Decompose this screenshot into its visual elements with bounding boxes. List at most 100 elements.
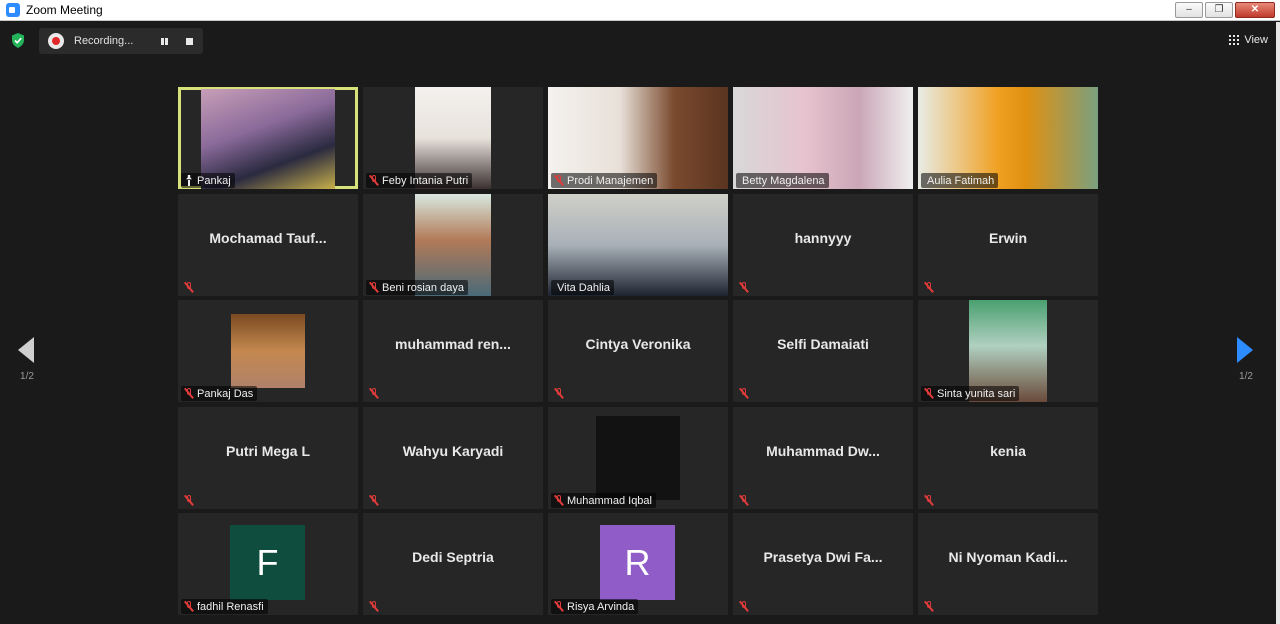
participant-display-name: Mochamad Tauf...	[209, 230, 327, 246]
participant-name: Sinta yunita sari	[937, 387, 1016, 400]
participant-tile[interactable]: Dedi Septria	[363, 513, 543, 615]
participant-label	[736, 493, 753, 508]
participant-name: Betty Magdalena	[742, 174, 825, 187]
mic-off-icon	[924, 601, 934, 612]
participant-tile[interactable]: Cintya Veronika	[548, 300, 728, 402]
participant-name: Pankaj Das	[197, 387, 254, 400]
participant-avatar: F	[230, 525, 305, 600]
mic-off-icon	[739, 282, 749, 293]
participant-display-name: muhammad ren...	[395, 336, 511, 352]
participant-tile[interactable]: Prodi Manajemen	[548, 87, 728, 189]
participant-label	[736, 599, 753, 614]
participant-label: Pankaj	[181, 173, 235, 188]
participant-label	[366, 386, 383, 401]
participant-display-name: kenia	[990, 443, 1026, 459]
participant-tile[interactable]: Wahyu Karyadi	[363, 407, 543, 509]
participant-label: Sinta yunita sari	[921, 386, 1020, 401]
participant-label	[921, 599, 938, 614]
participant-tile[interactable]: Erwin	[918, 194, 1098, 296]
participant-name: Beni rosian daya	[382, 281, 464, 294]
participant-tile[interactable]: Ffadhil Renasfi	[178, 513, 358, 615]
next-page-button[interactable]: 1/2	[1232, 335, 1260, 395]
participant-label: Risya Arvinda	[551, 599, 639, 614]
mic-off-icon	[554, 175, 564, 186]
mic-off-icon	[184, 282, 194, 293]
mic-off-icon	[924, 388, 934, 399]
participant-display-name: Erwin	[988, 230, 1028, 246]
participant-tile[interactable]: Muhammad Iqbal	[548, 407, 728, 509]
participant-label	[366, 493, 383, 508]
view-button[interactable]: View	[1229, 29, 1268, 51]
participant-tile[interactable]: R Risya Arvinda	[548, 513, 728, 615]
chevron-right-icon	[1237, 337, 1253, 363]
participant-label	[551, 386, 568, 401]
participant-label	[736, 386, 753, 401]
participant-label: Pankaj Das	[181, 386, 258, 401]
participant-tile[interactable]: muhammad ren...	[363, 300, 543, 402]
pause-recording-icon[interactable]	[160, 37, 169, 46]
close-icon: ✕	[1250, 4, 1260, 15]
mic-off-icon	[554, 495, 564, 506]
participant-tile[interactable]: Ni Nyoman Kadi...	[918, 513, 1098, 615]
participant-display-name: Prasetya Dwi Fa...	[763, 549, 883, 565]
window-titlebar: Zoom Meeting – ❐ ✕	[0, 0, 1280, 21]
recording-label: Recording...	[74, 35, 134, 47]
gallery-grid-icon	[1229, 35, 1240, 45]
page-indicator-right: 1/2	[1239, 371, 1253, 382]
mic-off-icon	[554, 601, 564, 612]
participant-tile[interactable]: Selfi Damaiati	[733, 300, 913, 402]
participant-name: Muhammad Iqbal	[567, 494, 652, 507]
window-controls: – ❐ ✕	[1175, 2, 1275, 18]
participant-tile[interactable]: Sinta yunita sari	[918, 300, 1098, 402]
participant-tile[interactable]: Prasetya Dwi Fa...	[733, 513, 913, 615]
participant-label: Vita Dahlia	[551, 280, 614, 295]
security-shield-icon[interactable]	[11, 33, 25, 48]
participant-label	[181, 280, 198, 295]
participant-video	[231, 314, 305, 388]
participant-label	[181, 493, 198, 508]
previous-page-button[interactable]: 1/2	[13, 335, 41, 395]
participant-label: Beni rosian daya	[366, 280, 468, 295]
participant-tile[interactable]: kenia	[918, 407, 1098, 509]
stop-recording-icon[interactable]	[186, 38, 193, 45]
mic-off-icon	[924, 495, 934, 506]
participant-tile[interactable]: Muhammad Dw...	[733, 407, 913, 509]
window-right-edge	[1276, 22, 1280, 624]
zoom-app-icon	[6, 3, 20, 17]
participant-display-name: Wahyu Karyadi	[402, 443, 504, 459]
recording-indicator: Recording...	[39, 28, 203, 54]
mic-off-icon	[369, 175, 379, 186]
participant-display-name: Ni Nyoman Kadi...	[948, 549, 1068, 565]
participant-tile[interactable]: Betty Magdalena	[733, 87, 913, 189]
mic-off-icon	[369, 495, 379, 506]
chevron-left-icon	[18, 337, 34, 363]
participant-name: fadhil Renasfi	[197, 600, 264, 613]
participant-tile[interactable]: hannyyy	[733, 194, 913, 296]
participant-tile[interactable]: Mochamad Tauf...	[178, 194, 358, 296]
mic-off-icon	[184, 601, 194, 612]
participant-tile[interactable]: Putri Mega L	[178, 407, 358, 509]
participant-name: Risya Arvinda	[567, 600, 635, 613]
meeting-topbar: Recording... View	[0, 22, 1276, 58]
participant-label	[921, 493, 938, 508]
participant-tile[interactable]: Pankaj	[178, 87, 358, 189]
participant-tile[interactable]: Feby Intania Putri	[363, 87, 543, 189]
participant-tile[interactable]: Beni rosian daya	[363, 194, 543, 296]
window-title: Zoom Meeting	[26, 3, 103, 17]
minimize-button[interactable]: –	[1175, 2, 1203, 18]
participant-label: Aulia Fatimah	[921, 173, 999, 188]
participant-avatar: R	[600, 525, 675, 600]
restore-button[interactable]: ❐	[1205, 2, 1233, 18]
participant-display-name: Selfi Damaiati	[777, 336, 869, 352]
mic-off-icon	[739, 388, 749, 399]
participant-name: Aulia Fatimah	[927, 174, 995, 187]
participant-tile[interactable]: Pankaj Das	[178, 300, 358, 402]
participant-tile[interactable]: Vita Dahlia	[548, 194, 728, 296]
participant-display-name: Putri Mega L	[225, 443, 310, 459]
close-button[interactable]: ✕	[1235, 2, 1275, 18]
mic-off-icon	[369, 601, 379, 612]
mic-off-icon	[739, 601, 749, 612]
participant-tile[interactable]: Aulia Fatimah	[918, 87, 1098, 189]
mic-off-icon	[369, 388, 379, 399]
participant-name: Feby Intania Putri	[382, 174, 469, 187]
